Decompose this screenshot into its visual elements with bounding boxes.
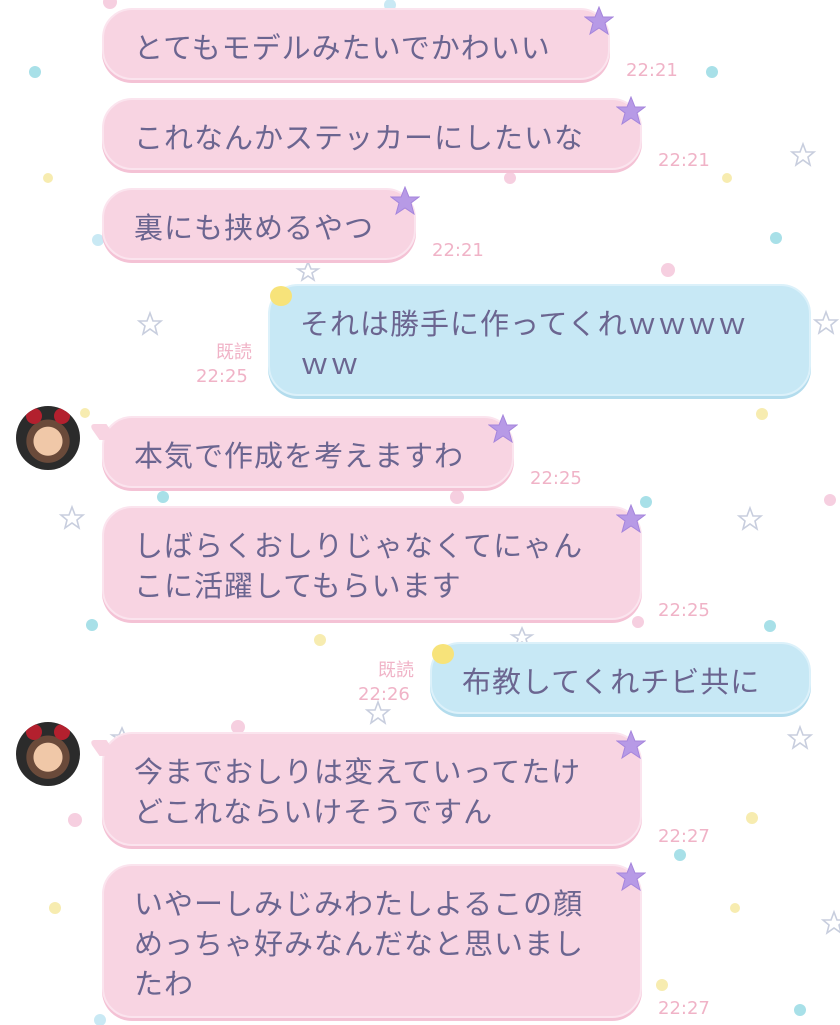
purple-star-icon [616, 504, 646, 534]
message-bubble[interactable]: とてもモデルみたいでかわいい [102, 8, 610, 80]
message-timestamp: 22:25 [196, 366, 248, 387]
purple-star-icon [390, 186, 420, 216]
message-bubble[interactable]: 布教してくれチビ共に [430, 642, 811, 714]
message-timestamp: 22:21 [432, 240, 484, 261]
purple-star-icon [616, 862, 646, 892]
message-timestamp: 22:27 [658, 826, 710, 847]
message-timestamp: 22:27 [658, 998, 710, 1019]
avatar-ear-decoration [26, 408, 42, 424]
message-bubble[interactable]: 本気で作成を考えますわ [102, 416, 514, 488]
message-timestamp: 22:21 [658, 150, 710, 171]
message-timestamp: 22:26 [358, 684, 410, 705]
message-bubble[interactable]: 裏にも挟めるやつ [102, 188, 416, 260]
message-bubble[interactable]: それは勝手に作ってくれｗｗｗｗ ｗｗ [268, 284, 811, 396]
message-bubble[interactable]: これなんかステッカーにしたいな [102, 98, 642, 170]
message-bubble[interactable]: いやーしみじみわたしよるこの顔 めっちゃ好みなんだなと思いまし たわ [102, 864, 642, 1018]
message-timestamp: 22:21 [626, 60, 678, 81]
read-receipt: 既読 [216, 342, 252, 363]
message-timestamp: 22:25 [658, 600, 710, 621]
purple-star-icon [616, 730, 646, 760]
message-timestamp: 22:25 [530, 468, 582, 489]
purple-star-icon [584, 6, 614, 36]
purple-star-icon [488, 414, 518, 444]
yellow-dot-icon [432, 644, 454, 664]
message-bubble[interactable]: しばらくおしりじゃなくてにゃん こに活躍してもらいます [102, 506, 642, 620]
purple-star-icon [616, 96, 646, 126]
avatar-ear-decoration [54, 724, 70, 740]
user-avatar[interactable] [16, 722, 80, 786]
message-bubble[interactable]: 今までおしりは変えていってたけ どこれならいけそうですん [102, 732, 642, 846]
avatar-ear-decoration [54, 408, 70, 424]
user-avatar[interactable] [16, 406, 80, 470]
avatar-ear-decoration [26, 724, 42, 740]
yellow-dot-icon [270, 286, 292, 306]
read-receipt: 既読 [378, 660, 414, 681]
